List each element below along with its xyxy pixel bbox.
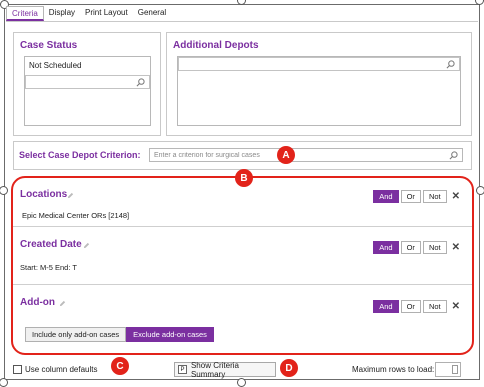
use-column-defaults-checkbox[interactable]	[13, 365, 22, 374]
case-status-title: Case Status	[20, 40, 78, 51]
case-status-panel: Case Status Not Scheduled	[13, 32, 161, 136]
tab-criteria[interactable]: Criteria	[6, 6, 44, 21]
magnifier-icon[interactable]	[136, 78, 145, 87]
tab-display[interactable]: Display	[44, 6, 80, 21]
annotation-outline	[11, 176, 474, 355]
criterion-label: Select Case Depot Criterion:	[19, 150, 141, 160]
case-status-search-input[interactable]	[25, 75, 150, 89]
callout-b: B	[235, 169, 253, 187]
use-column-defaults-label: Use column defaults	[25, 365, 98, 374]
criterion-search-input[interactable]	[150, 149, 440, 161]
summary-icon: P	[178, 365, 187, 374]
resize-handle-bottom-left[interactable]	[0, 378, 8, 387]
max-rows-label: Maximum rows to load:	[352, 365, 435, 374]
additional-depots-title: Additional Depots	[173, 40, 259, 51]
case-status-list[interactable]: Not Scheduled	[24, 56, 151, 126]
additional-depots-panel: Additional Depots	[166, 32, 472, 136]
additional-depots-search-input[interactable]	[178, 57, 460, 71]
callout-d: D	[280, 359, 298, 377]
resize-handle-top-right[interactable]	[475, 0, 484, 5]
resize-handle-right[interactable]	[476, 186, 484, 195]
magnifier-icon[interactable]	[446, 60, 455, 69]
callout-c: C	[111, 357, 129, 375]
spinner-icon[interactable]	[452, 365, 458, 374]
criterion-search-field[interactable]	[149, 148, 463, 162]
additional-depots-list[interactable]	[177, 56, 461, 126]
callout-a: A	[277, 146, 295, 164]
tab-general[interactable]: General	[133, 6, 171, 21]
magnifier-icon[interactable]	[449, 151, 458, 160]
tab-print-layout[interactable]: Print Layout	[80, 6, 133, 21]
show-criteria-summary-label: Show Criteria Summary	[190, 360, 239, 379]
tab-divider	[6, 21, 478, 22]
resize-handle-bottom[interactable]	[237, 378, 246, 387]
max-rows-input[interactable]	[435, 362, 461, 377]
tab-bar: Criteria Display Print Layout General	[6, 6, 171, 21]
case-status-selected[interactable]: Not Scheduled	[29, 61, 81, 70]
show-criteria-summary-button[interactable]: P Show Criteria Summary	[174, 360, 276, 379]
